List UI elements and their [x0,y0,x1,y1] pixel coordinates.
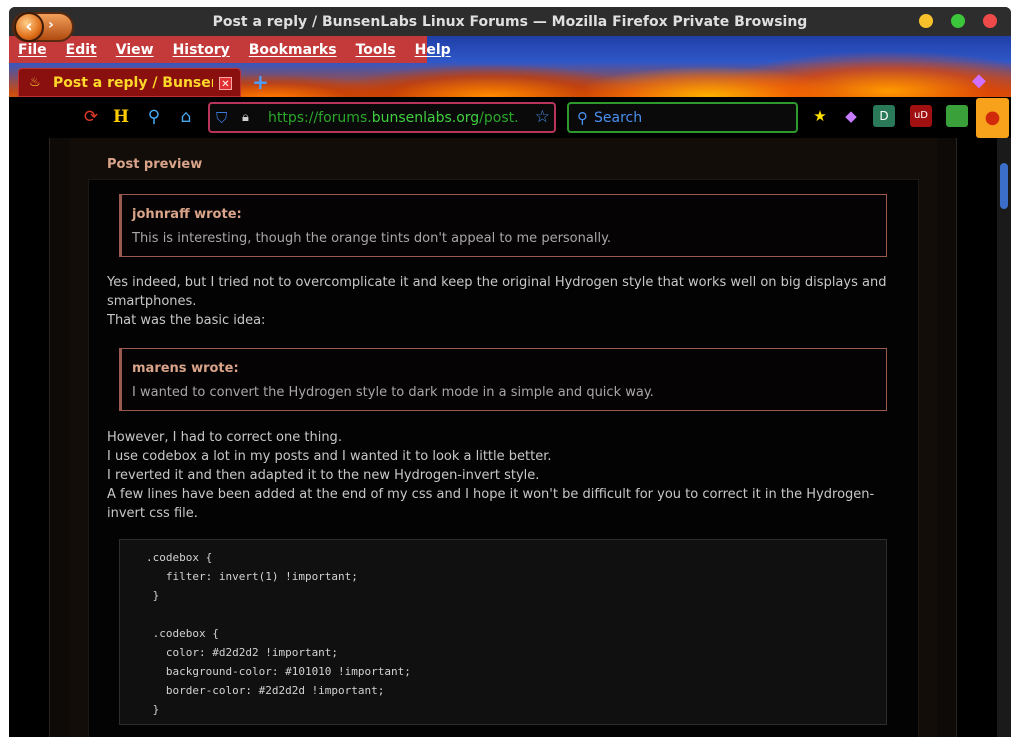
url-text[interactable]: https://forums.bunsenlabs.org/post.php [268,110,518,126]
window-controls [919,14,997,28]
quote-author: marens wrote: [132,361,239,376]
quote-text: This is interesting, though the orange t… [132,231,612,246]
text-line: I use codebox a lot in my posts and I wa… [107,449,552,464]
text-line: Yes indeed, but I tried not to overcompl… [107,275,887,309]
post-preview-heading: Post preview [107,157,203,172]
post-paragraph: Yes indeed, but I tried not to overcompl… [107,273,897,330]
menu-history[interactable]: History [173,42,230,58]
search-magnifier-icon[interactable]: ⚲ [143,106,165,128]
home-icon[interactable]: ⌂ [175,106,197,128]
forward-button[interactable]: › [48,17,54,33]
firefox-menu-icon[interactable]: ● [976,98,1009,138]
ublock-origin-icon[interactable]: uD [910,105,932,127]
quote-author: johnraff wrote: [132,207,242,222]
browser-window: Post a reply / BunsenLabs Linux Forums —… [9,7,1011,737]
minimize-button[interactable] [919,14,933,28]
scrollbar-thumb[interactable] [1000,163,1008,209]
tab-post-reply[interactable]: ♨ Post a reply / BunsenLabs Linux Forums… [18,68,241,97]
search-bar[interactable]: ⚲ Search [567,102,798,133]
menu-bookmarks[interactable]: Bookmarks [249,42,337,58]
code-line: color: #d2d2d2 !important; [146,646,339,659]
code-line: background-color: #101010 !important; [146,665,411,678]
private-mask-extension-icon[interactable]: ◆ [840,105,862,127]
quote-text: I wanted to convert the Hydrogen style t… [132,385,654,400]
text-line: A few lines have been added at the end o… [107,487,875,521]
menu-edit[interactable]: Edit [66,42,97,58]
title-bar: Post a reply / BunsenLabs Linux Forums —… [9,7,1011,36]
menu-bar: File Edit View History Bookmarks Tools H… [9,36,451,63]
back-button[interactable]: ‹ [14,12,44,42]
text-line: That was the basic idea: [107,313,266,328]
post-paragraph: However, I had to correct one thing. I u… [107,428,897,523]
menu-help[interactable]: Help [415,42,451,58]
codebox: .codebox { filter: invert(1) !important;… [119,539,887,725]
menu-tools[interactable]: Tools [356,42,396,58]
code-line: .codebox { [146,627,219,640]
home-h-icon[interactable]: H [110,106,132,128]
bookmark-star-icon[interactable]: ☆ [535,107,550,127]
code-line: filter: invert(1) !important; [146,570,358,583]
page-content: Post preview johnraff wrote: This is int… [9,138,997,737]
tab-title: Post a reply / BunsenLabs Linux Forums [53,74,213,91]
private-browsing-mask-icon: ◆ [972,70,986,91]
bookmarks-star-icon[interactable]: ★ [809,105,831,127]
quote-johnraff: johnraff wrote: This is interesting, tho… [119,194,887,257]
code-line: } [146,703,160,716]
url-bar[interactable]: ⛉ 🔒︎ https://forums.bunsenlabs.org/post.… [208,102,556,133]
search-placeholder: Search [594,109,643,126]
close-window-button[interactable] [983,14,997,28]
window-title: Post a reply / BunsenLabs Linux Forums —… [212,13,808,30]
privacy-badger-icon[interactable]: D [873,105,895,127]
new-tab-button[interactable]: + [252,70,269,94]
green-extension-icon[interactable] [946,105,968,127]
search-icon: ⚲ [577,108,588,127]
quote-marens: marens wrote: I wanted to convert the Hy… [119,348,887,411]
maximize-button[interactable] [951,14,965,28]
vertical-scrollbar[interactable] [997,138,1011,737]
back-forward-group: ‹ › [12,12,74,42]
menu-view[interactable]: View [116,42,154,58]
text-line: However, I had to correct one thing. [107,430,342,445]
tracking-shield-icon[interactable]: ⛉ [216,109,232,127]
code-line: border-color: #2d2d2d !important; [146,684,385,697]
code-line: .codebox { [146,551,213,564]
text-line: I reverted it and then adapted it to the… [107,468,540,483]
menu-file[interactable]: File [18,42,47,58]
lock-icon[interactable]: 🔒︎ [242,110,258,125]
code-line: } [146,589,160,602]
close-tab-icon[interactable]: ✕ [219,77,232,90]
reload-icon[interactable]: ⟳ [80,106,102,128]
flame-favicon-icon: ♨ [29,74,41,90]
